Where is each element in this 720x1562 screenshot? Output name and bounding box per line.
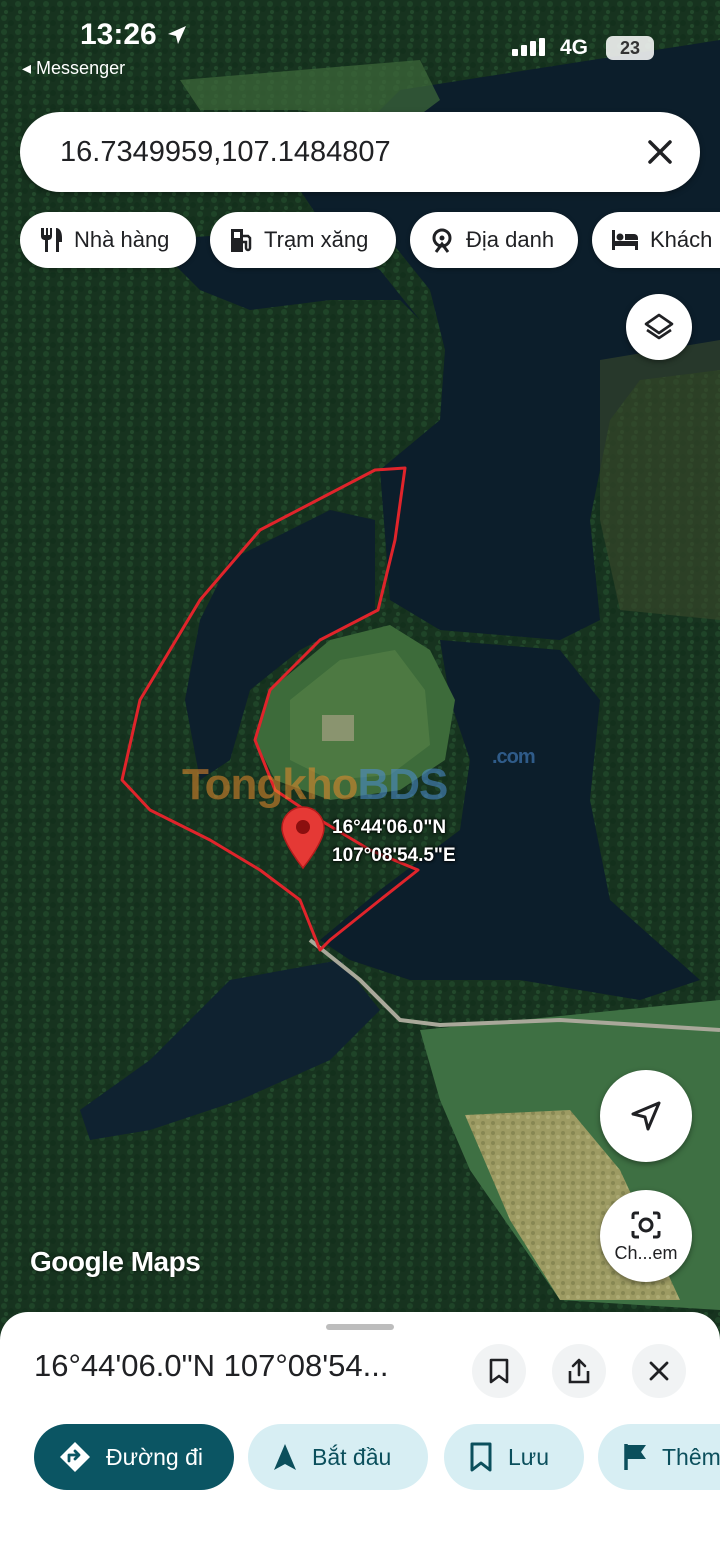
restaurant-icon [41, 228, 62, 252]
chip-hotels[interactable]: Khách [592, 212, 720, 268]
my-location-button[interactable] [600, 1070, 692, 1162]
cellular-signal-icon [512, 38, 545, 56]
place-title: 16°44'06.0"N 107°08'54... [34, 1348, 389, 1383]
share-icon [568, 1358, 590, 1384]
navigation-arrow-icon [631, 1101, 661, 1131]
save-button[interactable]: Lưu [444, 1424, 584, 1490]
clear-search-icon[interactable] [642, 134, 678, 170]
directions-button[interactable]: Đường đi [34, 1424, 234, 1490]
chip-label: Trạm xăng [264, 227, 369, 252]
close-sheet-button[interactable] [632, 1344, 686, 1398]
action-label: Thêm [662, 1443, 720, 1470]
pin-latitude: 16°44'06.0"N [332, 817, 447, 838]
layers-icon [644, 313, 674, 340]
more-button[interactable]: Thêm [598, 1424, 720, 1490]
back-app-label: Messenger [36, 58, 126, 78]
landmark-icon [432, 228, 452, 253]
pin-longitude: 107°08'54.5"E [332, 845, 456, 866]
layers-button[interactable] [626, 294, 692, 360]
chip-restaurants[interactable]: Nhà hàng [20, 212, 196, 268]
action-label: Lưu [508, 1443, 549, 1470]
status-bar: 13:26 ◂ Messenger 4G 23 [0, 0, 720, 100]
lens-button[interactable]: Ch...em [600, 1190, 692, 1282]
bookmark-icon [470, 1442, 492, 1472]
bookmark-icon [489, 1358, 509, 1384]
chip-landmarks[interactable]: Địa danh [410, 212, 578, 268]
chip-label: Nhà hàng [74, 227, 170, 252]
directions-icon [60, 1442, 90, 1472]
close-icon [649, 1361, 669, 1381]
search-bar[interactable] [20, 112, 700, 192]
share-button[interactable] [552, 1344, 606, 1398]
action-label: Đường đi [106, 1443, 203, 1470]
start-button[interactable]: Bắt đầu [248, 1424, 428, 1490]
gas-station-icon [231, 229, 252, 252]
battery-indicator: 23 [606, 36, 654, 60]
google-maps-logo: Google Maps [30, 1246, 201, 1277]
sheet-drag-handle[interactable] [326, 1324, 394, 1330]
back-to-app-link[interactable]: ◂ Messenger [22, 58, 125, 79]
pin-coordinate-label: 16°44'06.0"N 107°08'54.5"E [332, 814, 456, 870]
watermark: TongkhoBDS .com [182, 746, 536, 809]
location-services-icon [168, 26, 186, 44]
chip-label: Khách [650, 227, 713, 252]
save-icon-button[interactable] [472, 1344, 526, 1398]
network-type: 4G [560, 36, 589, 59]
status-time: 13:26 [80, 18, 157, 51]
search-input[interactable] [60, 112, 620, 192]
navigation-arrow-icon [274, 1444, 296, 1470]
chip-label: Địa danh [466, 227, 555, 252]
camera-lens-icon [631, 1211, 661, 1238]
lens-label: Ch...em [614, 1242, 678, 1263]
hotel-icon [612, 230, 638, 250]
flag-icon [624, 1444, 646, 1470]
chip-gas-stations[interactable]: Trạm xăng [210, 212, 396, 268]
action-label: Bắt đầu [312, 1443, 392, 1470]
place-bottom-sheet[interactable]: 16°44'06.0"N 107°08'54... Đường đi Bắt đ… [0, 1312, 720, 1562]
